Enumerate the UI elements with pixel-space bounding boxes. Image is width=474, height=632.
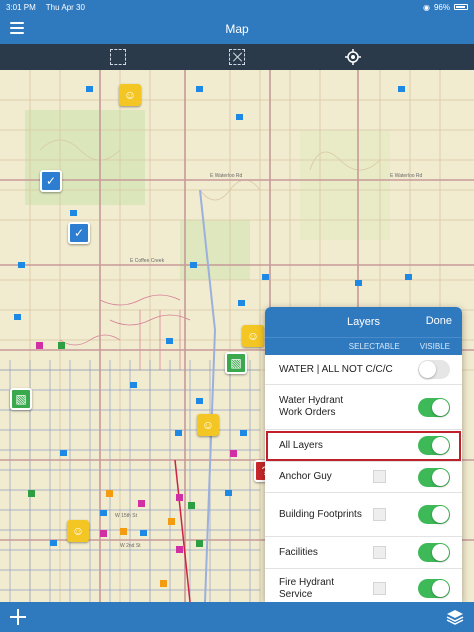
layer-row-anchor-guy[interactable]: Anchor Guy	[265, 462, 462, 493]
visible-toggle[interactable]	[418, 360, 450, 379]
visible-toggle[interactable]	[418, 436, 450, 455]
layer-row-fire-hydrant-service[interactable]: Fire Hydrant Service	[265, 569, 462, 602]
building-icon[interactable]: ▧	[225, 352, 247, 374]
layer-row-building-footprints[interactable]: Building Footprints	[265, 493, 462, 537]
layer-name: WATER | ALL NOT C/C/C	[279, 363, 393, 375]
layers-panel-header: Layers Done	[265, 307, 462, 337]
layer-name: Facilities	[279, 546, 318, 558]
facility-icon[interactable]: ☺	[242, 325, 264, 347]
battery-icon	[454, 4, 468, 10]
menu-icon[interactable]	[10, 22, 24, 34]
svg-text:W 15th St: W 15th St	[115, 513, 138, 519]
wifi-icon: ◉	[423, 2, 430, 12]
visible-toggle[interactable]	[418, 505, 450, 524]
page-title: Map	[225, 22, 249, 36]
facility-icon[interactable]: ☺	[119, 84, 141, 106]
selectable-checkbox[interactable]	[373, 508, 386, 521]
selectable-checkbox[interactable]	[373, 470, 386, 483]
layer-row-facilities[interactable]: Facilities	[265, 537, 462, 569]
svg-text:E Waterloo Rd: E Waterloo Rd	[390, 173, 423, 179]
status-date: Thu Apr 30	[45, 2, 85, 12]
nav-bar: Map	[0, 14, 474, 44]
svg-text:W 2nd St: W 2nd St	[120, 543, 141, 549]
layer-name: Anchor Guy	[279, 471, 332, 482]
layer-row-all-layers[interactable]: All Layers	[265, 430, 462, 462]
selectable-checkbox[interactable]	[373, 546, 386, 559]
layer-row-water-hydrant-work-orders[interactable]: Water Hydrant Work Orders	[265, 385, 462, 430]
layer-name: All Layers	[279, 439, 323, 451]
layer-name: Water Hydrant Work Orders	[279, 395, 344, 418]
layers-panel: Layers Done SELECTABLE VISIBLE WATER | A…	[265, 307, 462, 602]
bottom-bar	[0, 602, 474, 632]
done-button[interactable]: Done	[426, 315, 452, 327]
work-order-icon[interactable]: ✓	[40, 170, 62, 192]
column-selectable: SELECTABLE	[348, 342, 400, 351]
visible-toggle[interactable]	[418, 579, 450, 598]
layer-name: Building Footprints	[279, 508, 362, 520]
status-time: 3:01 PM	[6, 2, 36, 12]
add-icon[interactable]	[10, 609, 26, 625]
facility-icon[interactable]: ☺	[67, 520, 89, 542]
layers-icon[interactable]	[446, 608, 464, 626]
layer-row-water-all[interactable]: WATER | ALL NOT C/C/C	[265, 355, 462, 385]
layer-name: Fire Hydrant Service	[279, 576, 335, 600]
layers-list: WATER | ALL NOT C/C/C Water Hydrant Work…	[265, 355, 462, 602]
status-bar: 3:01 PM Thu Apr 30 ◉ 96%	[0, 0, 474, 14]
locate-icon[interactable]	[345, 49, 361, 65]
battery-percent: 96%	[433, 2, 450, 12]
clear-selection-icon[interactable]	[229, 49, 245, 65]
visible-toggle[interactable]	[418, 543, 450, 562]
column-visible: VISIBLE	[419, 342, 450, 351]
select-area-icon[interactable]	[110, 49, 126, 65]
map-toolbar	[0, 44, 474, 70]
layers-column-header: SELECTABLE VISIBLE	[265, 337, 462, 355]
building-icon[interactable]: ▧	[10, 388, 32, 410]
svg-text:E Coffee Creek: E Coffee Creek	[130, 258, 165, 264]
work-order-icon[interactable]: ✓	[68, 222, 90, 244]
visible-toggle[interactable]	[418, 398, 450, 417]
facility-icon[interactable]: ☺	[197, 414, 219, 436]
visible-toggle[interactable]	[418, 468, 450, 487]
selectable-checkbox[interactable]	[373, 582, 386, 595]
layers-panel-title: Layers	[346, 316, 381, 328]
svg-text:E Waterloo Rd: E Waterloo Rd	[210, 173, 243, 179]
